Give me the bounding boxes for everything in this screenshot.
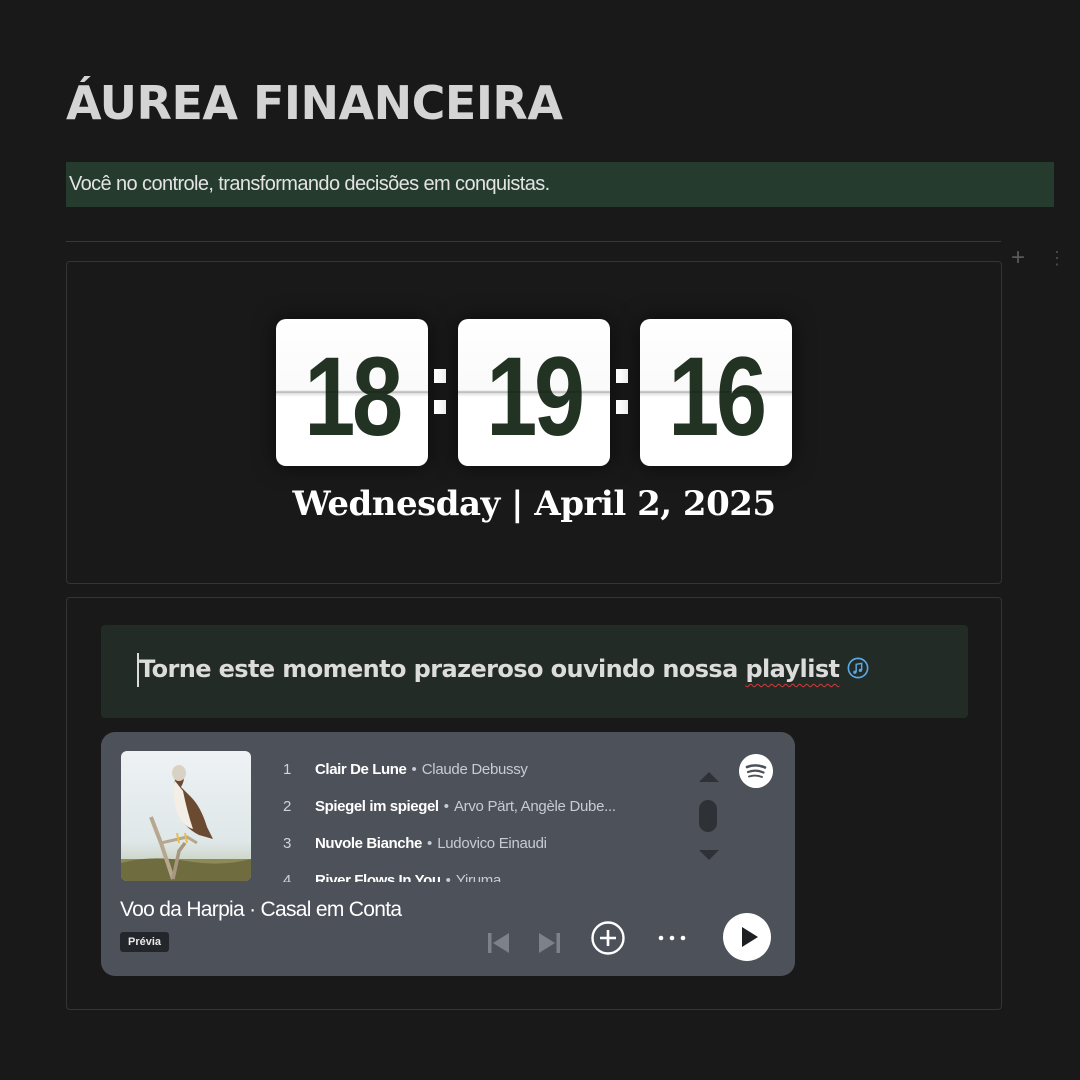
page-title: ÁUREA FINANCEIRA [66, 76, 563, 130]
track-number: 3 [283, 835, 292, 852]
hours-card: 18 [276, 319, 428, 466]
play-icon [742, 927, 758, 947]
clock-widget: 18 19 16 Wednesday | April 2, 2025 [66, 261, 1002, 584]
track-number: 1 [283, 761, 292, 778]
notion-page: ÁUREA FINANCEIRA Você no controle, trans… [0, 0, 1080, 1080]
minutes-value: 19 [486, 334, 585, 459]
track-artist: Arvo Pärt, Angèle Dube... [453, 798, 616, 815]
seconds-card: 16 [640, 319, 792, 466]
spotify-embed[interactable]: 1 Clair De Lune • Claude Debussy 2 Spiegel i… [101, 732, 795, 976]
scrollbar-thumb[interactable] [699, 800, 717, 832]
more-icon[interactable] [655, 928, 691, 948]
track-name: Spiegel im spiegel [315, 798, 439, 815]
skip-previous-icon[interactable] [485, 930, 511, 956]
track-number: 2 [283, 798, 292, 815]
track-row[interactable]: 1 Clair De Lune • Claude Debussy [283, 758, 683, 795]
spotify-logo-icon[interactable] [739, 754, 773, 788]
track-number: 4 [283, 872, 292, 882]
date-display: Wednesday | April 2, 2025 [292, 484, 776, 524]
hours-value: 18 [304, 334, 403, 459]
track-artist: Ludovico Einaudi [437, 835, 547, 852]
drag-handle-icon[interactable]: ⋮ [1048, 248, 1066, 268]
seconds-value: 16 [668, 334, 767, 459]
track-name: River Flows In You [315, 872, 441, 882]
music-section: Torne este momento prazeroso ouvindo nos… [66, 597, 1002, 1010]
add-circle-icon[interactable] [590, 920, 626, 956]
track-row[interactable]: 2 Spiegel im spiegel • Arvo Pärt, Angèle Du… [283, 795, 683, 832]
minutes-card: 19 [458, 319, 610, 466]
add-block-icon[interactable]: + [1011, 246, 1025, 270]
callout-text[interactable]: Torne este momento prazeroso ouvindo nos… [139, 655, 869, 683]
colon-separator [616, 354, 628, 424]
track-separator: • [411, 761, 417, 778]
callout-text-misspelled: playlist [745, 655, 840, 683]
track-row[interactable]: 4 River Flows In You • Yiruma [283, 869, 683, 882]
track-artist: Claude Debussy [421, 761, 528, 778]
track-name: Nuvole Bianche [315, 835, 422, 852]
callout-text-main: Torne este momento prazeroso ouvindo nos… [139, 655, 746, 683]
track-separator: • [443, 798, 449, 815]
music-note-icon [847, 657, 869, 679]
skip-next-icon[interactable] [537, 930, 563, 956]
colon-separator [434, 354, 446, 424]
scroll-up-icon[interactable] [699, 772, 719, 782]
track-row[interactable]: 3 Nuvole Bianche • Ludovico Einaudi [283, 832, 683, 869]
harpy-eagle-image [121, 751, 251, 881]
track-list[interactable]: 1 Clair De Lune • Claude Debussy 2 Spiegel i… [283, 758, 683, 882]
callout-block[interactable]: Torne este momento prazeroso ouvindo nos… [101, 625, 968, 718]
track-separator: • [426, 835, 433, 852]
album-cover[interactable] [121, 751, 251, 881]
track-name: Clair De Lune [315, 761, 407, 778]
preview-badge: Prévia [120, 932, 170, 952]
play-button[interactable] [723, 913, 771, 961]
track-separator: • [445, 872, 451, 882]
scroll-down-icon[interactable] [699, 850, 719, 860]
page-subtitle: Você no controle, transformando decisões… [69, 173, 550, 195]
divider [66, 241, 1001, 242]
album-title[interactable]: Voo da Harpia · Casal em Conta [120, 898, 402, 922]
track-artist: Yiruma [455, 872, 502, 882]
subtitle-highlight[interactable]: Você no controle, transformando decisões… [66, 162, 1054, 207]
